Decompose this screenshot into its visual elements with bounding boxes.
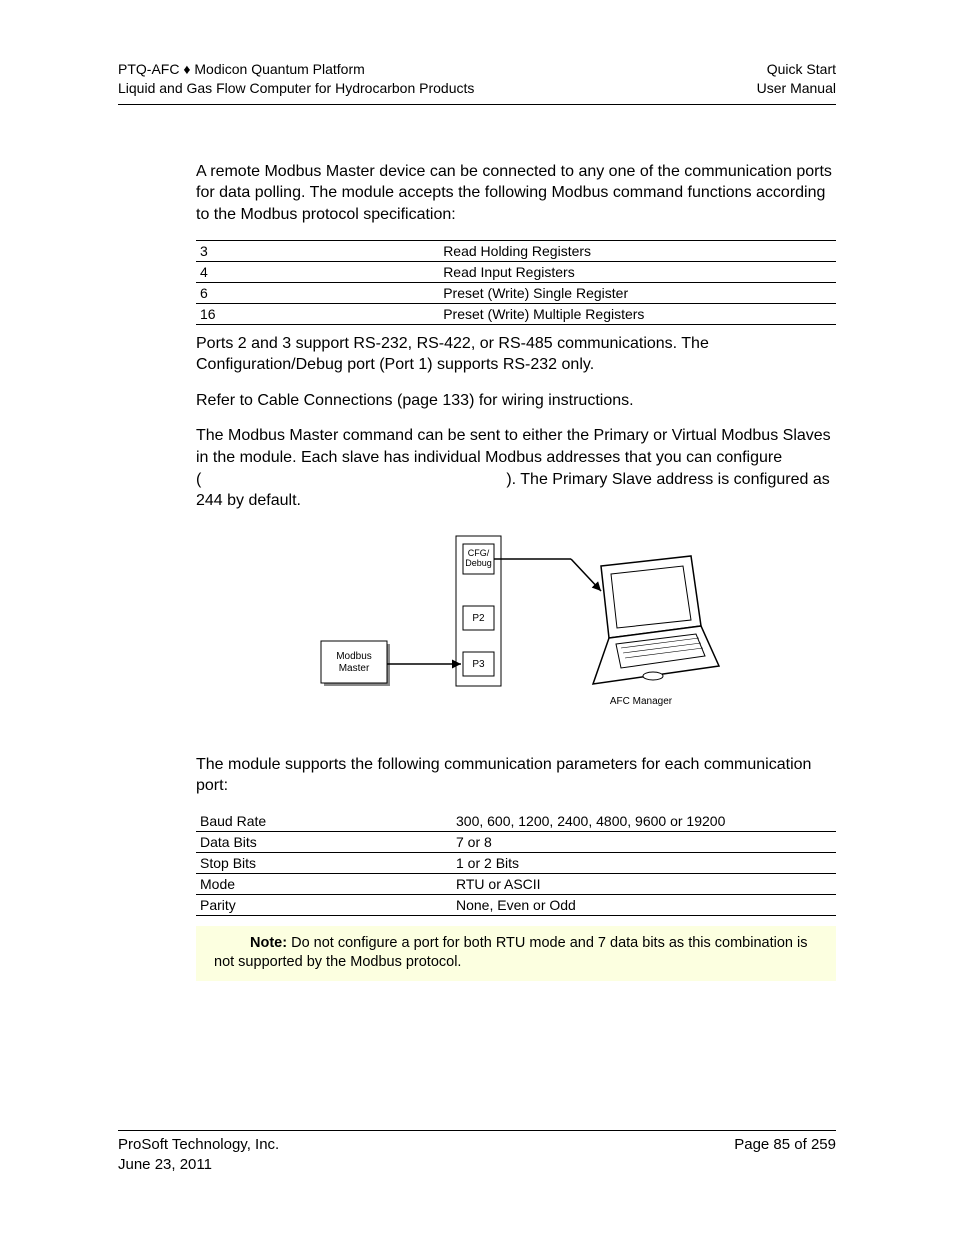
page-header: PTQ-AFC ♦ Modicon Quantum Platform Quick…: [118, 60, 836, 105]
table-row: Baud Rate 300, 600, 1200, 2400, 4800, 96…: [196, 811, 836, 832]
connection-diagram: CFG/Debug P2 P3 Modbus Master: [196, 526, 836, 726]
param-name: Parity: [196, 894, 452, 915]
footer-date: June 23, 2011: [118, 1155, 212, 1175]
modbus-code: 6: [196, 282, 439, 303]
slave-paragraph: The Modbus Master command can be sent to…: [196, 425, 836, 511]
header-left-line2: Liquid and Gas Flow Computer for Hydroca…: [118, 79, 474, 98]
param-name: Stop Bits: [196, 852, 452, 873]
table-row: 6 Preset (Write) Single Register: [196, 282, 836, 303]
modbus-code: 4: [196, 261, 439, 282]
param-value: 1 or 2 Bits: [452, 852, 836, 873]
header-platform: Modicon Quantum Platform: [191, 61, 365, 77]
header-right-line2: User Manual: [757, 79, 836, 98]
modbus-desc: Read Input Registers: [439, 261, 836, 282]
footer-company: ProSoft Technology, Inc.: [118, 1135, 279, 1155]
diagram-master-label1: Modbus: [336, 651, 372, 662]
table-row: Mode RTU or ASCII: [196, 873, 836, 894]
param-name: Mode: [196, 873, 452, 894]
slave-italic-ref: Primary & Virtual Modbus Slave Addresses: [201, 471, 506, 488]
footer-page-number: Page 85 of 259: [734, 1135, 836, 1155]
intro-paragraph: A remote Modbus Master device can be con…: [196, 161, 836, 226]
params-intro-paragraph: The module supports the following commun…: [196, 754, 836, 797]
footer-rule: [118, 1130, 836, 1131]
diagram-cfg-label: CFG/Debug: [465, 548, 492, 568]
param-value: 300, 600, 1200, 2400, 4800, 9600 or 1920…: [452, 811, 836, 832]
diagram-afc-label: AFC Manager: [610, 696, 673, 707]
header-right-line1: Quick Start: [767, 60, 836, 79]
laptop-icon: [593, 556, 719, 684]
table-row: 3 Read Holding Registers: [196, 240, 836, 261]
diagram-p3-label: P3: [472, 659, 485, 670]
modbus-code: 3: [196, 240, 439, 261]
table-row: Parity None, Even or Odd: [196, 894, 836, 915]
note-text: Do not configure a port for both RTU mod…: [214, 935, 807, 971]
note-label: Note:: [250, 935, 287, 951]
comm-params-table: Baud Rate 300, 600, 1200, 2400, 4800, 96…: [196, 811, 836, 916]
page-content: A remote Modbus Master device can be con…: [118, 105, 836, 1130]
ports-paragraph: Ports 2 and 3 support RS-232, RS-422, or…: [196, 333, 836, 376]
diamond-icon: ♦: [183, 61, 190, 77]
modbus-desc: Preset (Write) Multiple Registers: [439, 303, 836, 324]
note-box: Note: Do not configure a port for both R…: [196, 926, 836, 981]
param-value: RTU or ASCII: [452, 873, 836, 894]
header-left-line1: PTQ-AFC ♦ Modicon Quantum Platform: [118, 60, 365, 79]
table-row: Data Bits 7 or 8: [196, 831, 836, 852]
table-row: 16 Preset (Write) Multiple Registers: [196, 303, 836, 324]
page-footer: ProSoft Technology, Inc. Page 85 of 259 …: [118, 1130, 836, 1176]
table-row: 4 Read Input Registers: [196, 261, 836, 282]
param-name: Baud Rate: [196, 811, 452, 832]
header-product: PTQ-AFC: [118, 61, 183, 77]
diagram-p2-label: P2: [472, 613, 485, 624]
modbus-desc: Preset (Write) Single Register: [439, 282, 836, 303]
param-value: None, Even or Odd: [452, 894, 836, 915]
table-row: Stop Bits 1 or 2 Bits: [196, 852, 836, 873]
diagram-master-label2: Master: [339, 663, 370, 674]
modbus-desc: Read Holding Registers: [439, 240, 836, 261]
param-value: 7 or 8: [452, 831, 836, 852]
modbus-functions-table: 3 Read Holding Registers 4 Read Input Re…: [196, 240, 836, 325]
modbus-code: 16: [196, 303, 439, 324]
param-name: Data Bits: [196, 831, 452, 852]
cable-ref-paragraph: Refer to Cable Connections (page 133) fo…: [196, 390, 836, 412]
